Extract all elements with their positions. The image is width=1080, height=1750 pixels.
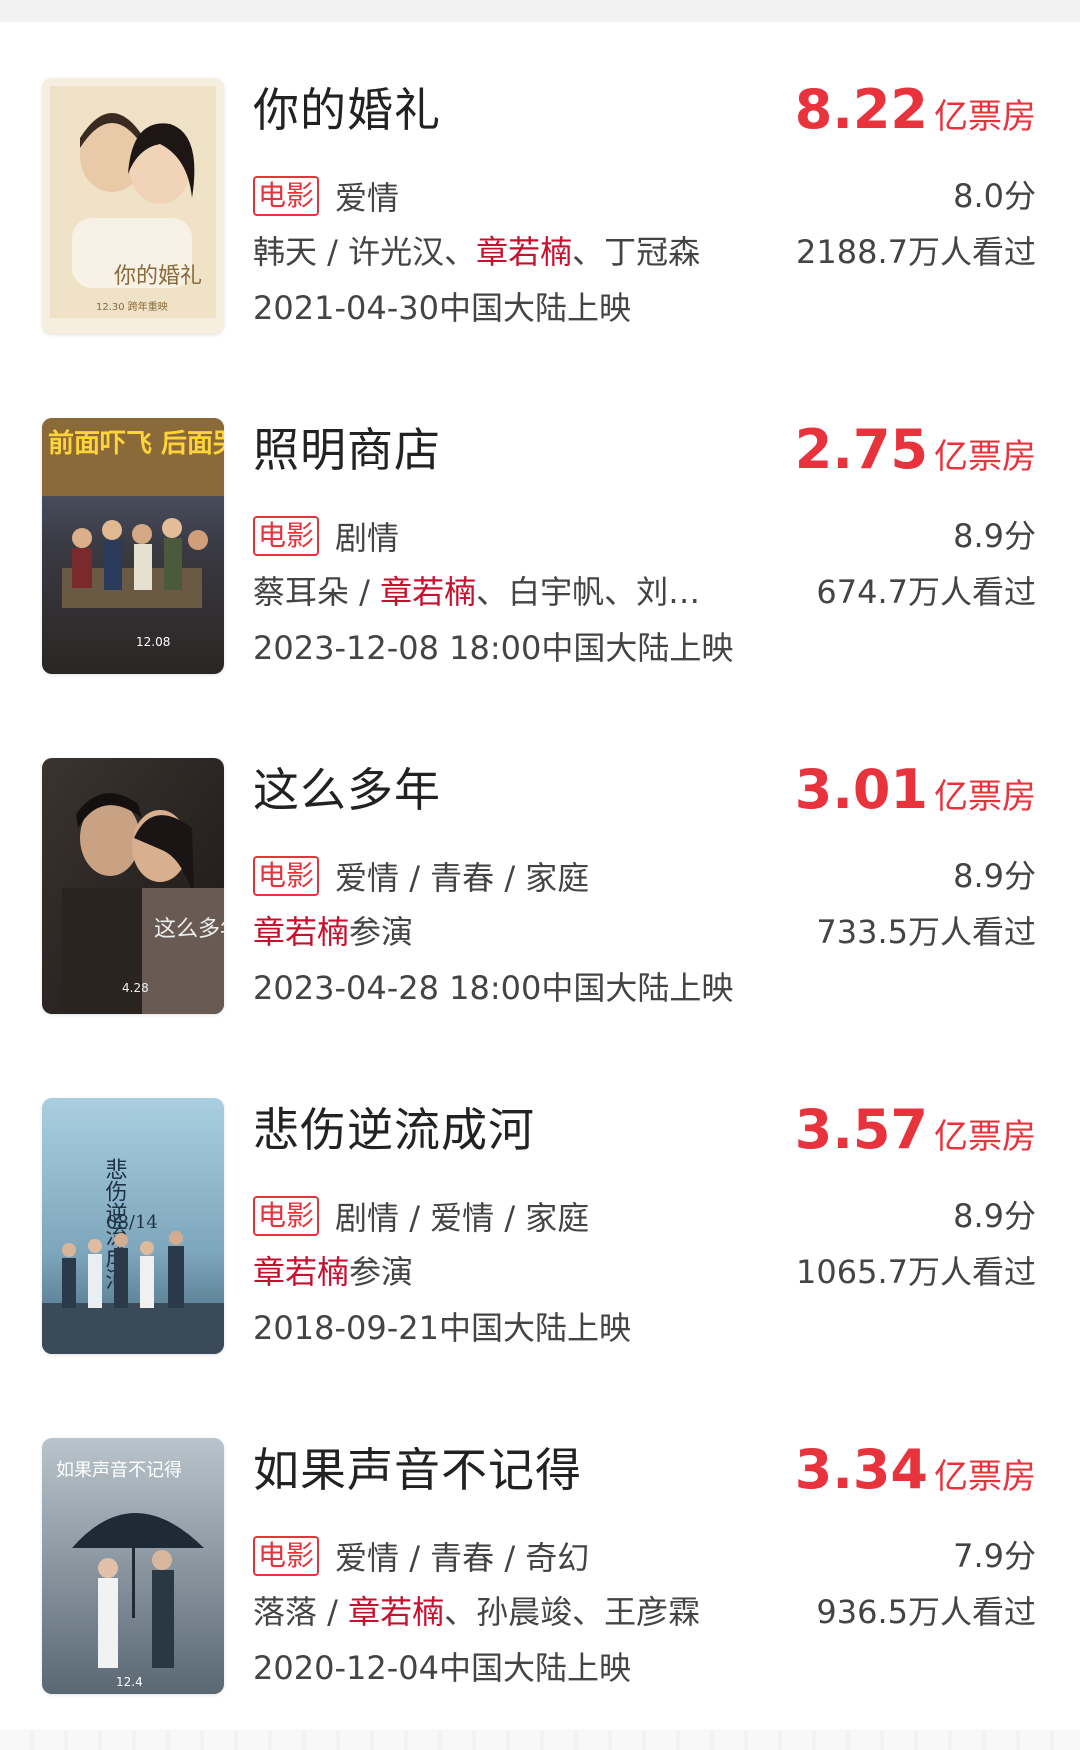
movie-title[interactable]: 这么多年 <box>253 760 441 820</box>
movie-tags: 电影 爱情 / 青春 / 奇幻 <box>253 1534 589 1578</box>
movie-title[interactable]: 照明商店 <box>253 420 441 480</box>
cast-text: 、丁冠森 <box>572 233 701 271</box>
bottom-edge-strip <box>0 1730 1080 1750</box>
cast-text: 落落 / <box>253 1593 349 1631</box>
poster-date-text: 12.08 <box>136 635 170 649</box>
poster-date-text: 12.30 跨年重映 <box>96 300 168 313</box>
cast-text: 、白宇帆、刘… <box>476 573 701 611</box>
movie-tags: 电影 剧情 / 爱情 / 家庭 <box>253 1194 589 1238</box>
movie-type-badge: 电影 <box>253 176 320 216</box>
movie-cast: 韩天 / 许光汉、章若楠、丁冠森 <box>253 230 700 274</box>
box-office-value: 3.01 <box>794 758 928 821</box>
cast-text: 、孙晨竣、王彦霖 <box>444 1593 701 1631</box>
movie-poster[interactable]: 如果声音不记得 12.4 <box>42 1438 224 1694</box>
movie-poster[interactable]: 悲伤逆流成河 08/14 <box>42 1098 224 1354</box>
movie-score: 8.9分 <box>953 1197 1036 1235</box>
movie-type-badge: 电影 <box>253 1196 320 1236</box>
box-office: 3.57 亿票房 <box>795 1098 1036 1162</box>
release-date: 2020-12-04中国大陆上映 <box>253 1649 631 1687</box>
release-date: 2023-12-08 18:00中国大陆上映 <box>253 629 734 667</box>
box-office-unit: 亿票房 <box>934 777 1036 817</box>
movie-genres: 爱情 <box>335 179 400 217</box>
movie-type-badge: 电影 <box>253 856 320 896</box>
box-office-unit: 亿票房 <box>934 1457 1036 1497</box>
movie-tags: 电影 剧情 <box>253 514 399 558</box>
box-office: 3.34 亿票房 <box>795 1438 1036 1502</box>
box-office: 8.22 亿票房 <box>795 78 1036 142</box>
box-office-value: 3.34 <box>794 1438 928 1501</box>
movie-list-item[interactable]: 你的婚礼 12.30 跨年重映 你的婚礼 8.22 亿票房 电影 爱情 韩天 / … <box>0 78 1080 338</box>
movie-title[interactable]: 悲伤逆流成河 <box>253 1100 535 1160</box>
release-date: 2023-04-28 18:00中国大陆上映 <box>253 969 734 1007</box>
cast-highlight: 章若楠 <box>380 573 477 611</box>
movie-cast: 章若楠参演 <box>253 910 413 954</box>
movie-title[interactable]: 你的婚礼 <box>253 80 441 140</box>
cast-highlight: 章若楠 <box>476 233 573 271</box>
box-office-value: 3.57 <box>794 1098 928 1161</box>
poster-date-text: 12.4 <box>116 1675 143 1689</box>
movie-type-badge: 电影 <box>253 1536 320 1576</box>
movie-tags: 电影 爱情 <box>253 174 399 218</box>
box-office-value: 8.22 <box>794 78 928 141</box>
movie-score: 8.9分 <box>953 857 1036 895</box>
poster-title-text: 你的婚礼 <box>114 264 202 289</box>
top-divider-strip <box>0 0 1080 22</box>
movie-type-badge: 电影 <box>253 516 320 556</box>
poster-date-text: 4.28 <box>122 981 149 995</box>
box-office-unit: 亿票房 <box>934 97 1036 137</box>
movie-genres: 爱情 / 青春 / 家庭 <box>335 859 590 897</box>
movie-score: 8.9分 <box>953 517 1036 555</box>
box-office-unit: 亿票房 <box>934 1117 1036 1157</box>
poster-title-text: 这么多年 <box>154 917 224 942</box>
movie-poster[interactable]: 你的婚礼 12.30 跨年重映 <box>42 78 224 334</box>
poster-title-text: 前面吓飞 后面哭崩 <box>48 428 224 459</box>
movie-cast: 蔡耳朵 / 章若楠、白宇帆、刘… <box>253 570 700 614</box>
cast-text: 韩天 / 许光汉、 <box>253 233 477 271</box>
viewer-count: 1065.7万人看过 <box>796 1253 1036 1291</box>
movie-genres: 爱情 / 青春 / 奇幻 <box>335 1539 590 1577</box>
cast-highlight: 章若楠 <box>253 913 350 951</box>
cast-highlight: 章若楠 <box>253 1253 350 1291</box>
movie-tags: 电影 爱情 / 青春 / 家庭 <box>253 854 589 898</box>
movie-poster[interactable]: 前面吓飞 后面哭崩 12.08 <box>42 418 224 674</box>
movie-list-item[interactable]: 如果声音不记得 12.4 如果声音不记得 3.34 亿票房 电影 爱情 / 青春 … <box>0 1438 1080 1698</box>
poster-date-text: 08/14 <box>106 1212 158 1233</box>
movie-list-item[interactable]: 悲伤逆流成河 08/14 悲伤逆流成河 3.57 亿票房 电影 剧情 / 爱情 /… <box>0 1098 1080 1358</box>
movie-genres: 剧情 <box>335 519 400 557</box>
cast-highlight: 章若楠 <box>348 1593 445 1631</box>
movie-genres: 剧情 / 爱情 / 家庭 <box>335 1199 590 1237</box>
box-office: 3.01 亿票房 <box>795 758 1036 822</box>
box-office-unit: 亿票房 <box>934 437 1036 477</box>
movie-cast: 落落 / 章若楠、孙晨竣、王彦霖 <box>253 1590 700 1634</box>
movie-list-item[interactable]: 前面吓飞 后面哭崩 12.08 照明商店 2.75亿票房 电影 剧情 蔡耳朵 /… <box>0 418 1080 678</box>
movie-list-item[interactable]: 这么多年 4.28 这么多年 3.01亿票房 电影 爱情 / 青春 / 家庭 章… <box>0 758 1080 1018</box>
movie-poster[interactable]: 这么多年 4.28 <box>42 758 224 1014</box>
movie-title[interactable]: 如果声音不记得 <box>253 1440 582 1500</box>
poster-title-text: 如果声音不记得 <box>56 1460 182 1481</box>
movie-cast: 章若楠参演 <box>253 1250 413 1294</box>
release-date: 2021-04-30中国大陆上映 <box>253 289 631 327</box>
box-office: 2.75 亿票房 <box>795 418 1036 482</box>
viewer-count: 674.7万人看过 <box>816 573 1036 611</box>
viewer-count: 936.5万人看过 <box>816 1593 1036 1631</box>
viewer-count: 2188.7万人看过 <box>796 233 1036 271</box>
cast-text: 参演 <box>349 913 414 951</box>
movie-score: 7.9分 <box>953 1537 1036 1575</box>
release-date: 2018-09-21中国大陆上映 <box>253 1309 631 1347</box>
cast-text: 参演 <box>349 1253 414 1291</box>
movie-score: 8.0分 <box>953 177 1036 215</box>
viewer-count: 733.5万人看过 <box>816 913 1036 951</box>
box-office-value: 2.75 <box>794 418 928 481</box>
cast-text: 蔡耳朵 / <box>253 573 381 611</box>
